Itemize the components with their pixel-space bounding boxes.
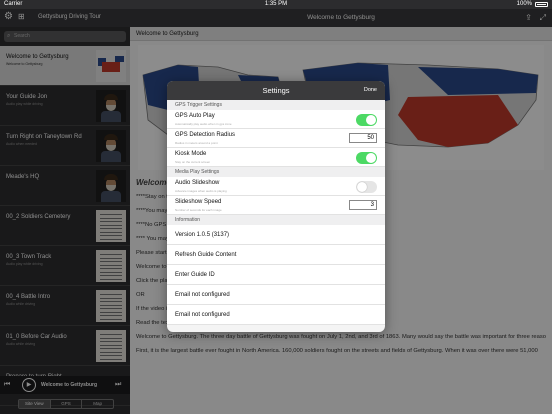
settings-modal: Settings Done GPS Trigger Settings GPS A… <box>167 81 385 332</box>
battery-percent: 100% <box>516 1 532 7</box>
gps-radius-row: GPS Detection Radius Radius in meters ar… <box>167 129 385 148</box>
audio-slideshow-hint: Advance images when audio is playing <box>175 189 227 193</box>
slideshow-speed-field[interactable]: 3 <box>349 200 377 210</box>
gps-radius-hint: Radius in meters around a point <box>175 141 218 145</box>
audio-slideshow-row: Audio Slideshow Advance images when audi… <box>167 177 385 196</box>
kiosk-mode-row: Kiosk Mode Stay on the current screen <box>167 148 385 167</box>
kiosk-mode-toggle[interactable] <box>356 152 377 164</box>
clock: 1:35 PM <box>264 1 288 7</box>
status-bar: Carrier 1:35 PM 100% <box>0 0 552 9</box>
kiosk-mode-hint: Stay on the current screen <box>175 160 211 164</box>
settings-navbar: Settings Done <box>167 81 385 100</box>
email-row-2[interactable]: Email not configured <box>167 305 385 325</box>
battery-icon <box>535 2 548 7</box>
settings-title: Settings <box>262 86 290 95</box>
kiosk-mode-label: Kiosk Mode <box>175 151 207 157</box>
gps-auto-play-row: GPS Auto Play Automatically play audio w… <box>167 110 385 129</box>
gps-radius-label: GPS Detection Radius <box>175 132 236 138</box>
done-button[interactable]: Done <box>364 81 377 100</box>
section-media-play: Media Play Settings <box>167 167 385 177</box>
slideshow-speed-label: Slideshow Speed <box>175 199 222 205</box>
audio-slideshow-label: Audio Slideshow <box>175 180 220 186</box>
email-row-1[interactable]: Email not configured <box>167 285 385 305</box>
gps-auto-play-hint: Automatically play audio when in gps zon… <box>175 122 232 126</box>
gps-auto-play-toggle[interactable] <box>356 114 377 126</box>
refresh-guide-content-row[interactable]: Refresh Guide Content <box>167 245 385 265</box>
slideshow-speed-row: Slideshow Speed Number of seconds for ea… <box>167 196 385 215</box>
slideshow-speed-hint: Number of seconds for each image <box>175 208 222 212</box>
gps-radius-field[interactable]: 50 <box>349 133 377 143</box>
audio-slideshow-toggle[interactable] <box>356 181 377 193</box>
section-gps-trigger: GPS Trigger Settings <box>167 100 385 110</box>
gps-auto-play-label: GPS Auto Play <box>175 113 215 119</box>
app-screen: Carrier 1:35 PM 100% ⚙ ⊞ Gettysburg Driv… <box>0 0 552 414</box>
version-row: Version 1.0.5 (3137) <box>167 225 385 245</box>
enter-guide-id-row[interactable]: Enter Guide ID <box>167 265 385 285</box>
section-information: Information <box>167 215 385 225</box>
